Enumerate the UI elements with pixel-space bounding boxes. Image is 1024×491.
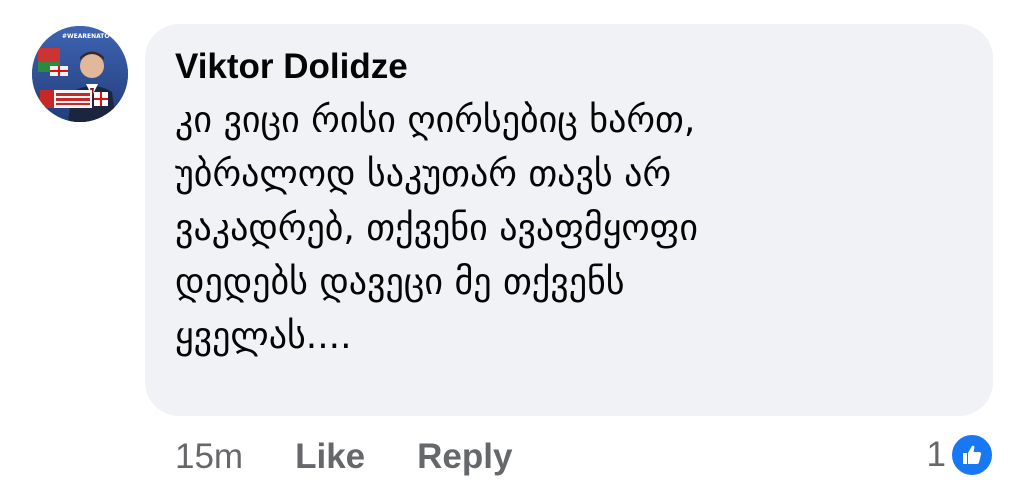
comment-bubble: Viktor Dolidze კი ვიცი რისი ღირსებიც ხარ… (145, 24, 993, 416)
avatar-image: #WEARENATO (32, 26, 128, 122)
thumbs-up-icon (950, 433, 994, 477)
comment-text: კი ვიცი რისი ღირსებიც ხართ, უბრალოდ საკუ… (175, 100, 699, 357)
like-button[interactable]: Like (295, 437, 365, 477)
avatar[interactable]: #WEARENATO (32, 26, 128, 122)
timestamp[interactable]: 15m (175, 437, 243, 477)
avatar-caption: #WEARENATO (62, 33, 110, 40)
author-name[interactable]: Viktor Dolidze (175, 46, 963, 88)
comment-actions: 15m Like Reply (175, 432, 564, 482)
reaction-summary[interactable]: 1 (927, 432, 994, 478)
reaction-count: 1 (926, 435, 946, 474)
comment: #WEARENATO Viktor Dolidze კი ვიცი რისი ღ… (0, 0, 1024, 491)
reply-button[interactable]: Reply (417, 437, 512, 477)
